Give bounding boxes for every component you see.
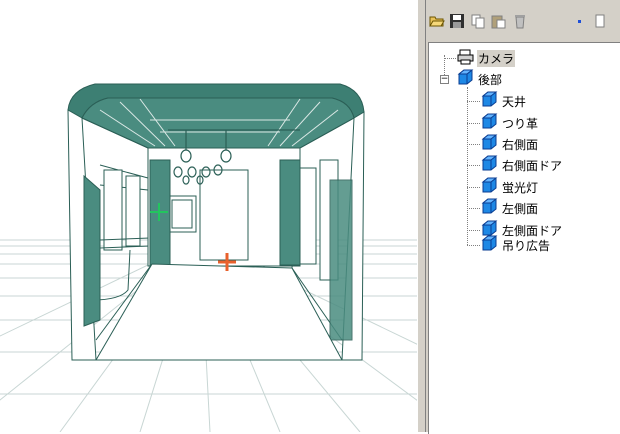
train-car-wireframe	[0, 83, 417, 432]
blue-cube-icon	[481, 91, 498, 111]
blue-cube-icon	[481, 177, 498, 197]
scene-tree[interactable]: カメラ − 後部 天井 つり革 右側面 右側面ドア 蛍光灯 左側面 左側面ドア …	[428, 42, 620, 434]
tree-item-label: 吊り広告	[502, 238, 551, 253]
3d-viewport[interactable]	[0, 0, 417, 432]
tree-item-label: 左側面	[502, 201, 539, 216]
tree-item-label: カメラ	[477, 49, 516, 67]
tree-item-hand-straps[interactable]: つり革	[481, 113, 539, 133]
tree-item-label: 天井	[502, 94, 527, 109]
toolbar	[426, 0, 620, 38]
blue-cube-icon	[481, 113, 498, 133]
small-dot-icon[interactable]	[572, 13, 588, 29]
tree-item-left-side[interactable]: 左側面	[481, 198, 539, 218]
page-icon[interactable]	[592, 13, 608, 29]
save-icon[interactable]	[449, 13, 465, 29]
scene-panel: カメラ − 後部 天井 つり革 右側面 右側面ドア 蛍光灯 左側面 左側面ドア …	[426, 0, 620, 434]
tree-item-hanging-ads[interactable]: 吊り広告	[481, 235, 551, 255]
delete-icon[interactable]	[512, 13, 528, 29]
tree-item-camera[interactable]: カメラ	[457, 49, 516, 68]
tree-item-label: 右側面ドア	[502, 158, 563, 173]
tree-item-ceiling[interactable]: 天井	[481, 91, 527, 111]
tree-item-right-side[interactable]: 右側面	[481, 134, 539, 154]
blue-cube-icon	[457, 69, 474, 89]
blue-cube-icon	[481, 235, 498, 255]
tree-item-label: 後部	[478, 72, 503, 87]
collapse-toggle[interactable]: −	[440, 75, 449, 84]
copy-icon[interactable]	[470, 13, 486, 29]
blue-cube-icon	[481, 155, 498, 175]
paste-icon[interactable]	[490, 13, 506, 29]
tree-item-label: 右側面	[502, 137, 539, 152]
tree-item-label: つり革	[502, 116, 539, 131]
open-folder-icon[interactable]	[429, 13, 445, 29]
tree-item-right-side-door[interactable]: 右側面ドア	[481, 155, 563, 175]
blue-cube-icon	[481, 134, 498, 154]
tree-item-fluorescent-light[interactable]: 蛍光灯	[481, 177, 539, 197]
tree-item-label: 蛍光灯	[502, 180, 539, 195]
panel-splitter[interactable]	[417, 0, 426, 432]
blue-cube-icon	[481, 198, 498, 218]
tree-item-root[interactable]: 後部	[457, 69, 503, 89]
printer-camera-icon	[457, 49, 474, 68]
